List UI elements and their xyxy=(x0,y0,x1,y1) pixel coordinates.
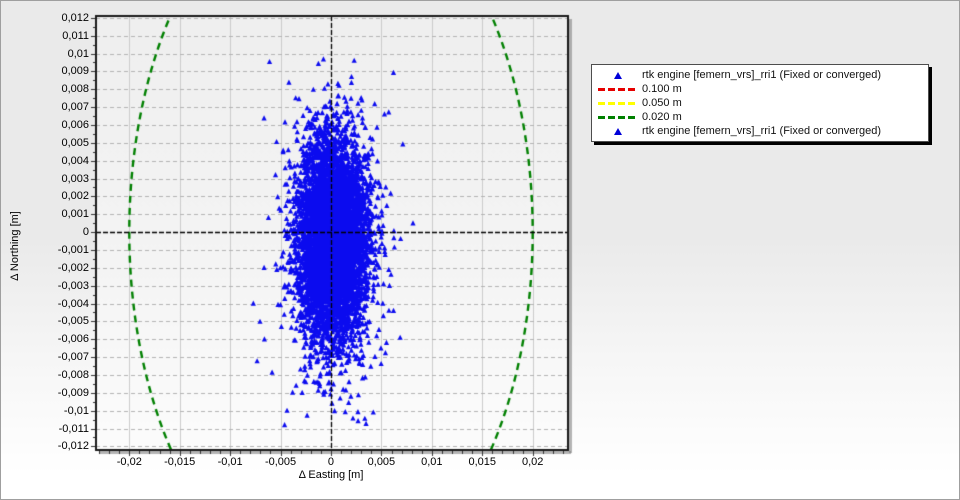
y-tick-label: -0,011 xyxy=(37,423,89,435)
y-tick-label: 0 xyxy=(37,226,89,238)
y-tick-label: -0,005 xyxy=(37,315,89,327)
triangle-marker-icon xyxy=(614,128,622,135)
y-tick-label: -0,003 xyxy=(37,280,89,292)
legend: rtk engine [femern_vrs]_rri1 (Fixed or c… xyxy=(591,64,929,142)
legend-item[interactable]: rtk engine [femern_vrs]_rri1 (Fixed or c… xyxy=(594,68,924,82)
legend-item-label: 0.100 m xyxy=(642,83,682,95)
y-tick-label: 0,009 xyxy=(37,65,89,77)
legend-item-label: rtk engine [femern_vrs]_rri1 (Fixed or c… xyxy=(642,125,881,137)
y-tick-label: 0,006 xyxy=(37,119,89,131)
legend-item-label: rtk engine [femern_vrs]_rri1 (Fixed or c… xyxy=(642,69,881,81)
y-tick-label: 0,002 xyxy=(37,190,89,202)
y-tick-label: 0,008 xyxy=(37,83,89,95)
plot-area: 0,012 0,011 0,01 0,009 0,008 0,007 0,006 0,005 0… xyxy=(1,1,586,500)
y-tick-label: -0,002 xyxy=(37,262,89,274)
y-tick-label: 0,001 xyxy=(37,208,89,220)
y-tick-label: 0,012 xyxy=(37,12,89,24)
legend-item[interactable]: rtk engine [femern_vrs]_rri1 (Fixed or c… xyxy=(594,124,924,138)
legend-item-label: 0.050 m xyxy=(642,97,682,109)
x-axis-title: Δ Easting [m] xyxy=(231,469,431,481)
y-tick-label: -0,006 xyxy=(37,333,89,345)
legend-item-label: 0.020 m xyxy=(642,111,682,123)
y-tick-label: -0,01 xyxy=(37,405,89,417)
y-tick-label: -0,007 xyxy=(37,351,89,363)
plot-window: 0,012 0,011 0,01 0,009 0,008 0,007 0,006 0,005 0… xyxy=(0,0,960,500)
dashed-line-icon xyxy=(598,102,638,105)
y-tick-label: 0,011 xyxy=(37,30,89,42)
y-tick-label: -0,012 xyxy=(37,440,89,452)
x-tick-label: 0,02 xyxy=(503,456,563,468)
y-tick-label: -0,001 xyxy=(37,244,89,256)
y-tick-label: 0,01 xyxy=(37,48,89,60)
legend-item[interactable]: 0.100 m xyxy=(594,82,924,96)
y-tick-label: 0,005 xyxy=(37,137,89,149)
y-tick-label: -0,009 xyxy=(37,387,89,399)
y-axis-title: Δ Northing [m] xyxy=(9,176,21,316)
y-tick-label: 0,004 xyxy=(37,155,89,167)
dashed-line-icon xyxy=(598,116,638,119)
y-tick-label: -0,008 xyxy=(37,369,89,381)
y-tick-label: 0,003 xyxy=(37,173,89,185)
legend-item[interactable]: 0.020 m xyxy=(594,110,924,124)
y-tick-label: -0,004 xyxy=(37,298,89,310)
y-tick-label: 0,007 xyxy=(37,101,89,113)
dashed-line-icon xyxy=(598,88,638,91)
legend-item[interactable]: 0.050 m xyxy=(594,96,924,110)
triangle-marker-icon xyxy=(614,72,622,79)
